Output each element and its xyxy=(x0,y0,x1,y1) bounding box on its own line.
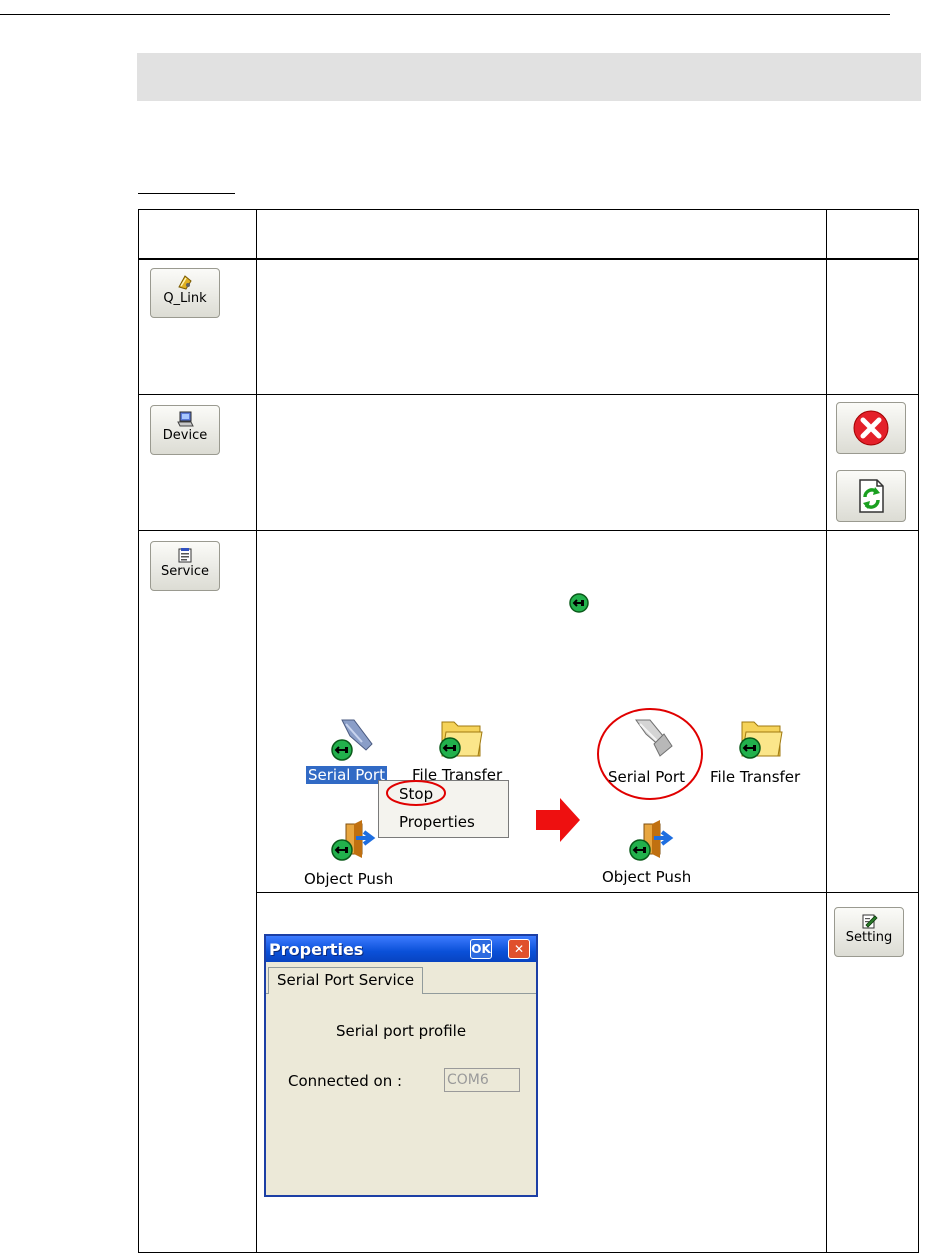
profile-text: Serial port profile xyxy=(335,1022,467,1040)
section-banner xyxy=(137,53,921,101)
close-circle-icon xyxy=(853,410,889,446)
close-icon: ✕ xyxy=(513,942,525,956)
menu-item-properties[interactable]: Properties xyxy=(399,813,475,831)
row-rule-3 xyxy=(256,892,919,893)
object-push-icon-after[interactable] xyxy=(624,818,674,866)
properties-dialog: Properties OK ✕ Serial Port Service Seri… xyxy=(264,934,538,1197)
col-rule-1 xyxy=(256,209,257,1253)
file-transfer-label-after[interactable]: File Transfer xyxy=(710,768,800,786)
device-button-label: Device xyxy=(162,428,208,443)
setting-button[interactable]: Setting xyxy=(834,907,904,957)
serial-port-icon[interactable] xyxy=(328,716,376,764)
service-icon xyxy=(178,548,192,563)
heading-underline xyxy=(138,193,235,194)
connected-indicator-icon xyxy=(569,593,589,613)
dialog-title: Properties xyxy=(269,940,364,959)
device-icon xyxy=(177,411,194,427)
ok-button[interactable]: OK xyxy=(470,939,492,959)
qlink-icon xyxy=(178,275,192,290)
device-button[interactable]: Device xyxy=(150,405,220,455)
col-rule-left xyxy=(138,209,139,1253)
transition-arrow-icon xyxy=(536,798,580,842)
service-button-label: Service xyxy=(160,564,210,579)
connected-on-field: COM6 xyxy=(444,1068,520,1092)
setting-icon xyxy=(862,914,878,929)
service-button[interactable]: Service xyxy=(150,541,220,591)
qlink-button-label: Q_Link xyxy=(163,291,207,306)
folder-icon[interactable] xyxy=(432,716,484,764)
page-right-edge xyxy=(920,0,929,1256)
close-button[interactable]: ✕ xyxy=(508,939,530,959)
tab-serial-port-service[interactable]: Serial Port Service xyxy=(268,967,424,994)
refresh-button[interactable] xyxy=(836,470,906,522)
col-rule-2 xyxy=(826,209,827,1253)
setting-button-label: Setting xyxy=(845,930,893,945)
object-push-label-after[interactable]: Object Push xyxy=(602,868,691,886)
disconnect-button[interactable] xyxy=(836,402,906,454)
object-push-icon[interactable] xyxy=(326,818,376,866)
refresh-icon xyxy=(859,479,884,513)
connected-on-label: Connected on : xyxy=(288,1072,403,1090)
dialog-titlebar: Properties OK ✕ xyxy=(266,936,536,962)
top-rule xyxy=(0,14,890,15)
serial-port-label-selected[interactable]: Serial Port xyxy=(306,766,387,784)
serial-port-highlight-ellipse xyxy=(597,708,703,800)
object-push-label[interactable]: Object Push xyxy=(304,870,393,888)
qlink-button[interactable]: Q_Link xyxy=(150,268,220,318)
serial-port-label[interactable]: Serial Port xyxy=(608,768,685,786)
folder-icon-after[interactable] xyxy=(732,716,784,764)
stop-highlight-ellipse xyxy=(386,780,446,806)
col-rule-right xyxy=(918,209,919,1253)
